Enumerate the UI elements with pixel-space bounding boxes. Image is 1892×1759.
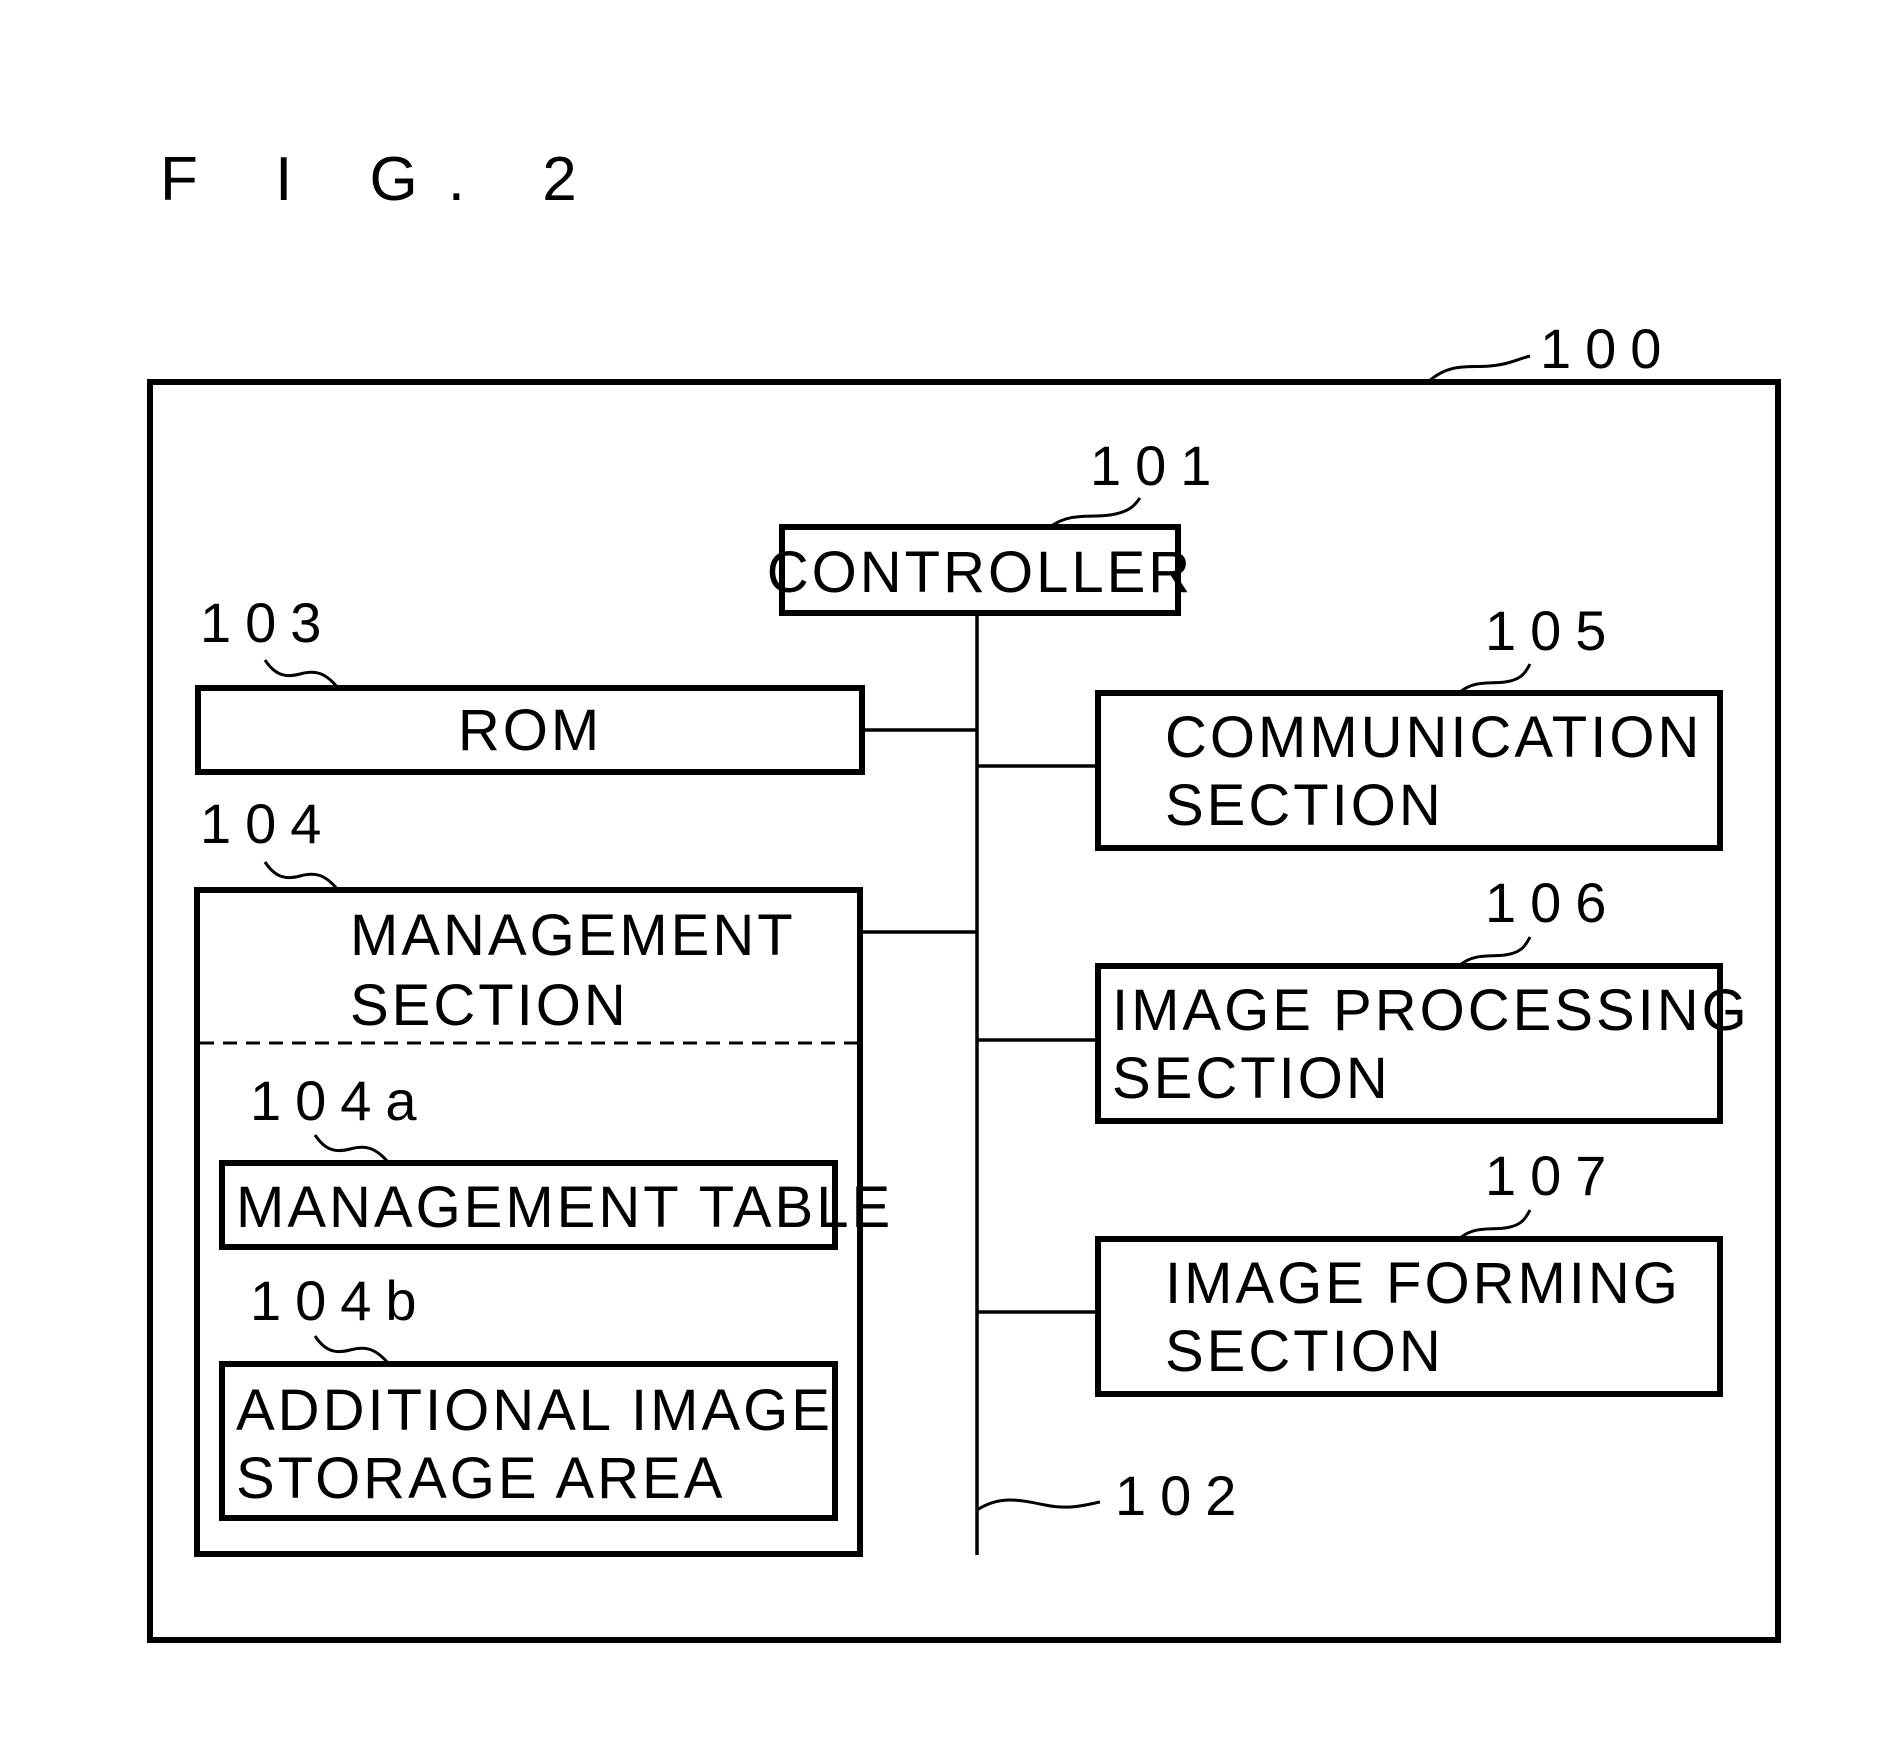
bus-ref: 102 [1115, 1464, 1250, 1527]
additional-image-storage-ref: 104b [250, 1269, 431, 1332]
additional-image-storage-label-line-1: ADDITIONAL IMAGE [236, 1378, 833, 1443]
management-table-label: MANAGEMENT TABLE [236, 1175, 893, 1240]
management-section-ref: 104 [200, 792, 335, 855]
block-diagram: F I G. 2 100 101 CONTROLLER 102 103 ROM … [147, 145, 1781, 1643]
image-forming-section-label-line-1: IMAGE FORMING [1165, 1251, 1681, 1316]
communication-section-label-line-1: COMMUNICATION [1165, 705, 1702, 770]
image-processing-section-label-line-1: IMAGE PROCESSING [1112, 978, 1750, 1043]
management-section-label-line-1: MANAGEMENT [350, 903, 796, 968]
apparatus-ref: 100 [1540, 317, 1675, 380]
additional-image-storage-label-line-2: STORAGE AREA [236, 1446, 725, 1511]
controller-ref: 101 [1090, 434, 1225, 497]
rom-label: ROM [458, 698, 602, 763]
image-processing-section-ref: 106 [1485, 871, 1620, 934]
figure-title: F I G. 2 [160, 145, 607, 214]
management-section-label-line-2: SECTION [350, 973, 629, 1038]
apparatus-leader-line [1426, 354, 1531, 384]
communication-section-label-line-2: SECTION [1165, 773, 1444, 838]
management-table-ref: 104a [250, 1069, 431, 1132]
image-processing-section-label-line-2: SECTION [1112, 1046, 1391, 1111]
rom-ref: 103 [200, 591, 335, 654]
communication-section-ref: 105 [1485, 599, 1620, 662]
image-forming-section-ref: 107 [1485, 1144, 1620, 1207]
controller-label: CONTROLLER [767, 540, 1193, 605]
image-forming-section-label-line-2: SECTION [1165, 1319, 1444, 1384]
